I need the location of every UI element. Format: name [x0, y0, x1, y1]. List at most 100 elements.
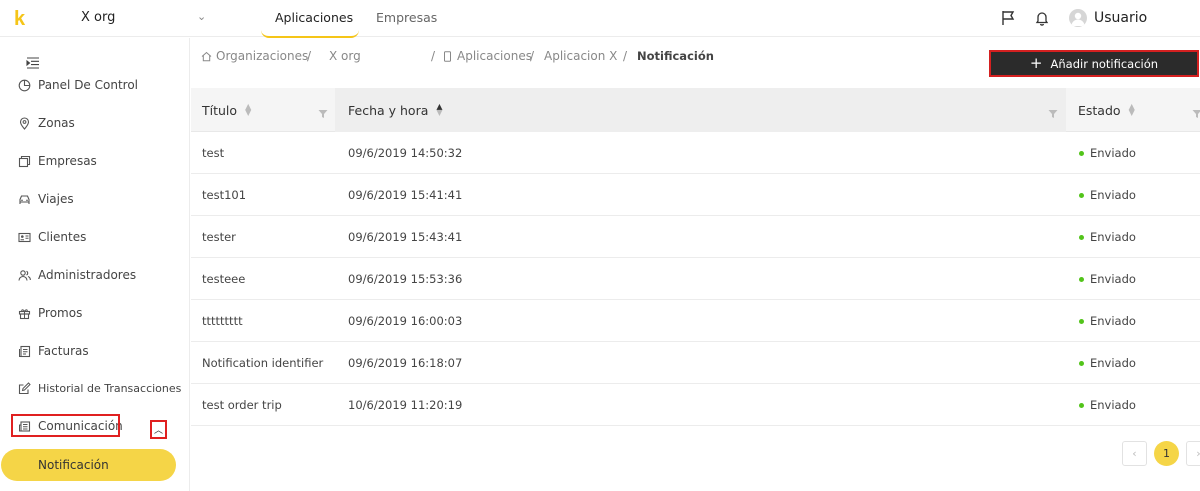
column-header-titulo[interactable]: Título ▲ ▼	[202, 88, 251, 132]
id-card-icon	[18, 232, 31, 242]
cell-status: Enviado	[1079, 300, 1136, 342]
sidebar-item-label: Panel De Control	[38, 78, 139, 92]
car-icon	[19, 194, 30, 204]
sort-ascending-icon[interactable]: ▲ ▼	[436, 103, 442, 117]
column-header-fecha[interactable]: Fecha y hora ▲ ▼	[348, 88, 443, 132]
cell-status: Enviado	[1079, 174, 1136, 216]
breadcrumb-org[interactable]: X org	[329, 49, 361, 63]
status-dot	[1079, 150, 1084, 156]
table-row[interactable]: Notification identifier 09/6/2019 16:18:…	[191, 342, 1200, 384]
edit-icon	[18, 381, 31, 394]
breadcrumb-separator: /	[307, 49, 312, 63]
sidebar-item-promos[interactable]: Promos	[18, 303, 82, 323]
tab-empresas[interactable]: Empresas	[376, 10, 437, 25]
location-pin-icon	[19, 116, 30, 130]
sidebar-item-clientes[interactable]: Clientes	[18, 227, 86, 247]
sidebar-item-label: Historial de Transacciones	[38, 381, 182, 395]
invoice-icon	[19, 345, 31, 357]
cell-title: test101	[202, 188, 247, 202]
pagination-prev-button[interactable]: ‹	[1122, 441, 1147, 466]
breadcrumb-organizaciones[interactable]: Organizaciones	[201, 49, 308, 63]
flag-icon[interactable]	[1000, 9, 1018, 27]
table-row[interactable]: test order trip 10/6/2019 11:20:19 Envia…	[191, 384, 1200, 426]
column-header-estado[interactable]: Estado ▲ ▼	[1078, 88, 1135, 132]
table-row[interactable]: ttttttttt 09/6/2019 16:00:03 Enviado	[191, 300, 1200, 342]
cell-title: test order trip	[202, 398, 282, 412]
highlight-box-comunicacion	[11, 414, 120, 437]
chevron-up-icon[interactable]: ︿	[150, 420, 167, 439]
cell-datetime: 09/6/2019 15:43:41	[348, 230, 463, 244]
sorted-column-background	[335, 88, 1066, 132]
tab-aplicaciones[interactable]: Aplicaciones	[275, 10, 353, 25]
breadcrumb-aplicacion-x[interactable]: Aplicacion X	[544, 49, 617, 63]
cell-status: Enviado	[1079, 216, 1136, 258]
table-row[interactable]: tester 09/6/2019 15:43:41 Enviado	[191, 216, 1200, 258]
sidebar-item-label: Facturas	[38, 344, 89, 358]
users-icon	[18, 269, 31, 281]
cell-datetime: 09/6/2019 15:53:36	[348, 272, 463, 286]
status-dot	[1079, 402, 1084, 408]
mobile-icon	[444, 50, 451, 62]
bell-icon[interactable]	[1033, 9, 1051, 27]
table-row[interactable]: test101 09/6/2019 15:41:41 Enviado	[191, 174, 1200, 216]
gift-icon	[18, 308, 31, 319]
breadcrumb-aplicaciones[interactable]: Aplicaciones	[442, 49, 532, 63]
cell-datetime: 09/6/2019 14:50:32	[348, 146, 463, 160]
cell-title: ttttttttt	[202, 314, 243, 328]
org-selector[interactable]: X org	[81, 10, 115, 25]
sidebar-item-label: Promos	[38, 306, 83, 320]
sidebar-item-historial[interactable]: Historial de Transacciones	[18, 378, 181, 398]
table-row[interactable]: testeee 09/6/2019 15:53:36 Enviado	[191, 258, 1200, 300]
sidebar-item-empresas[interactable]: Empresas	[18, 151, 97, 171]
cell-status: Enviado	[1079, 342, 1136, 384]
sort-icon[interactable]: ▲ ▼	[1129, 103, 1135, 117]
sidebar-item-label: Viajes	[38, 192, 74, 206]
status-dot	[1079, 318, 1084, 324]
cell-datetime: 09/6/2019 16:18:07	[348, 356, 463, 370]
cell-datetime: 09/6/2019 16:00:03	[348, 314, 463, 328]
pagination-next-button[interactable]: ›	[1186, 441, 1200, 466]
status-dot	[1079, 276, 1084, 282]
pie-chart-icon	[18, 79, 31, 91]
sidebar-item-facturas[interactable]: Facturas	[18, 341, 89, 361]
sidebar-item-label: Empresas	[38, 154, 97, 168]
logo[interactable]: k	[14, 8, 25, 31]
avatar[interactable]	[1069, 9, 1087, 27]
top-bar: k X org ⌄ Aplicaciones Empresas Usuario	[0, 0, 1200, 38]
plus-icon: +	[1029, 54, 1043, 72]
breadcrumb-current: Notificación	[637, 49, 714, 63]
table-row[interactable]: test 09/6/2019 14:50:32 Enviado	[191, 132, 1200, 174]
sidebar-item-zonas[interactable]: Zonas	[18, 113, 75, 133]
sidebar-subitem-notificacion[interactable]: Notificación	[1, 449, 176, 481]
cell-status: Enviado	[1079, 258, 1136, 300]
main-content: Organizaciones / X org / Aplicaciones / …	[191, 38, 1200, 491]
add-notification-button[interactable]: + Añadir notificación	[989, 50, 1199, 77]
menu-fold-icon[interactable]	[26, 54, 40, 69]
cell-status: Enviado	[1079, 132, 1136, 174]
sort-icon[interactable]: ▲ ▼	[245, 103, 251, 117]
cell-title: Notification identifier	[202, 356, 324, 370]
breadcrumb-separator: /	[530, 49, 535, 63]
sidebar-item-label: Zonas	[38, 116, 75, 130]
cell-title: tester	[202, 230, 236, 244]
filter-icon[interactable]	[318, 104, 328, 118]
sidebar-item-viajes[interactable]: Viajes	[18, 189, 74, 209]
breadcrumb-separator: /	[623, 49, 628, 63]
filter-icon[interactable]	[1048, 104, 1058, 118]
username[interactable]: Usuario	[1094, 10, 1147, 26]
chevron-down-icon[interactable]: ⌄	[197, 10, 206, 23]
sidebar-item-label: Clientes	[38, 230, 87, 244]
sidebar-item-panel-de-control[interactable]: Panel De Control	[18, 75, 138, 95]
table-header: Título ▲ ▼ Fecha y hora ▲ ▼ Estado ▲ ▼	[191, 88, 1200, 132]
breadcrumb-separator: /	[431, 49, 436, 63]
cell-title: test	[202, 146, 225, 160]
home-icon	[201, 51, 212, 61]
sidebar-item-administradores[interactable]: Administradores	[18, 265, 136, 285]
cell-title: testeee	[202, 272, 246, 286]
active-tab-indicator	[261, 30, 359, 38]
filter-icon[interactable]	[1192, 104, 1200, 118]
pagination-page-1[interactable]: 1	[1154, 441, 1179, 466]
building-icon	[18, 155, 31, 167]
sidebar: Panel De Control Zonas Empresas Viajes C…	[0, 38, 190, 491]
cell-datetime: 09/6/2019 15:41:41	[348, 188, 463, 202]
